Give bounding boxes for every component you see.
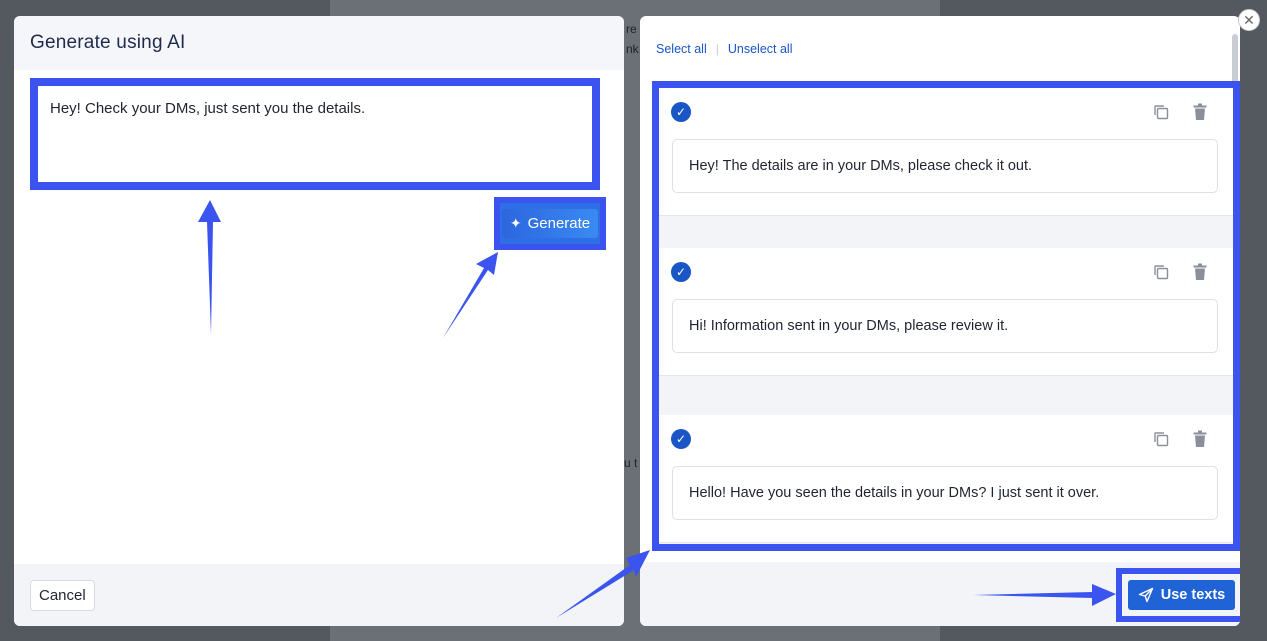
copy-icon[interactable]	[1153, 431, 1169, 447]
background-text: re	[626, 22, 637, 36]
list-item: ✓ Hello! Have you seen the details in yo…	[659, 415, 1233, 543]
panel-title: Generate using AI	[30, 32, 186, 53]
panel-header: Generate using AI	[14, 16, 624, 70]
check-circle-icon[interactable]: ✓	[671, 429, 691, 449]
use-texts-highlight: Use texts	[1116, 568, 1240, 622]
cancel-button[interactable]: Cancel	[30, 580, 95, 611]
select-all-link[interactable]: Select all	[656, 42, 707, 56]
trash-icon[interactable]	[1192, 103, 1208, 121]
generated-text[interactable]: Hello! Have you seen the details in your…	[672, 466, 1218, 520]
generate-label: Generate	[527, 215, 591, 232]
trash-icon[interactable]	[1192, 263, 1208, 281]
prompt-textarea[interactable]: Hey! Check your DMs, just sent you the d…	[30, 78, 600, 190]
sparkle-icon: ✦	[509, 215, 522, 231]
use-texts-label: Use texts	[1160, 587, 1226, 603]
results-panel: Select all | Unselect all ✓ Hey! The det…	[640, 16, 1240, 626]
generated-texts-list: ✓ Hey! The details are in your DMs, plea…	[652, 81, 1240, 551]
generate-panel: Generate using AI Hey! Check your DMs, j…	[14, 16, 624, 626]
panel-footer: Cancel	[14, 564, 624, 626]
generate-button[interactable]: ✦ Generate	[501, 209, 599, 238]
unselect-all-link[interactable]: Unselect all	[728, 42, 793, 56]
selection-toolbar: Select all | Unselect all	[656, 42, 792, 56]
list-item: ✓ Hi! Information sent in your DMs, plea…	[659, 248, 1233, 376]
generate-button-highlight: ✦ Generate	[494, 197, 606, 250]
check-circle-icon[interactable]: ✓	[671, 262, 691, 282]
divider: |	[715, 42, 719, 56]
copy-icon[interactable]	[1153, 104, 1169, 120]
list-item: ✓ Hey! The details are in your DMs, plea…	[659, 88, 1233, 216]
background-text: nk	[626, 42, 639, 56]
check-circle-icon[interactable]: ✓	[671, 102, 691, 122]
use-texts-button[interactable]: Use texts	[1127, 580, 1236, 610]
generated-text[interactable]: Hey! The details are in your DMs, please…	[672, 139, 1218, 193]
generated-text[interactable]: Hi! Information sent in your DMs, please…	[672, 299, 1218, 353]
copy-icon[interactable]	[1153, 264, 1169, 280]
send-icon	[1138, 587, 1153, 603]
background-text: u t	[624, 456, 638, 470]
close-icon[interactable]: ✕	[1238, 9, 1260, 31]
trash-icon[interactable]	[1192, 430, 1208, 448]
prompt-text: Hey! Check your DMs, just sent you the d…	[50, 100, 366, 117]
